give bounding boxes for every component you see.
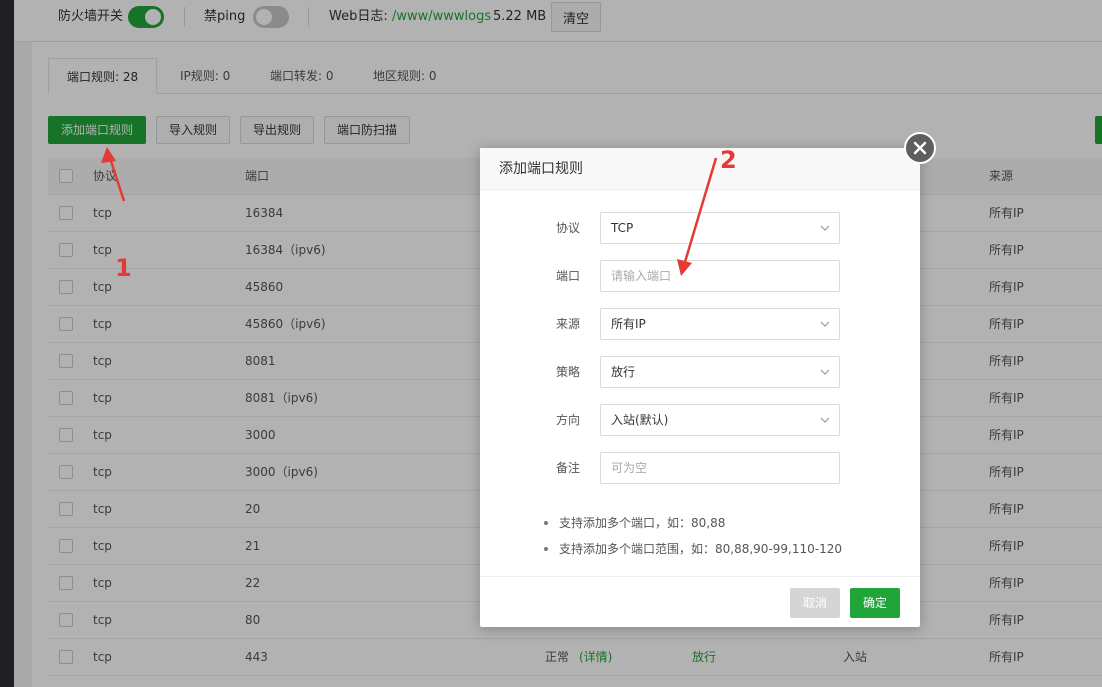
annotation-label-1: 1 xyxy=(115,254,132,282)
chevron-down-icon xyxy=(820,321,830,327)
close-icon xyxy=(913,141,927,155)
port-label: 端口 xyxy=(555,269,580,283)
source-label: 来源 xyxy=(555,317,580,331)
chevron-down-icon xyxy=(820,225,830,231)
port-input[interactable]: 请输入端口 xyxy=(600,260,840,292)
policy-value: 放行 xyxy=(611,365,636,379)
note-item: 支持添加多个端口，如：80,88 xyxy=(542,510,842,536)
chevron-down-icon xyxy=(820,369,830,375)
remark-label: 备注 xyxy=(555,461,580,475)
cancel-button[interactable]: 取消 xyxy=(790,588,840,618)
dialog-title: 添加端口规则 xyxy=(480,148,920,190)
protocol-select[interactable]: TCP xyxy=(600,212,840,244)
confirm-button[interactable]: 确定 xyxy=(850,588,900,618)
protocol-row: 协议 TCP xyxy=(480,212,920,244)
remark-row: 备注 可为空 xyxy=(480,452,920,484)
protocol-label: 协议 xyxy=(555,221,580,235)
direction-label: 方向 xyxy=(555,413,580,427)
note-text: 支持添加多个端口，如：80,88 xyxy=(559,516,726,530)
bullet-icon xyxy=(544,521,548,525)
annotation-label-2: 2 xyxy=(720,146,737,174)
note-text: 支持添加多个端口范围，如：80,88,90-99,110-120 xyxy=(559,542,842,556)
dialog-footer: 取消 确定 xyxy=(480,576,920,627)
dialog-notes: 支持添加多个端口，如：80,88 支持添加多个端口范围，如：80,88,90-9… xyxy=(542,510,842,562)
bullet-icon xyxy=(544,547,548,551)
policy-select[interactable]: 放行 xyxy=(600,356,840,388)
protocol-value: TCP xyxy=(611,221,634,235)
remark-input[interactable]: 可为空 xyxy=(600,452,840,484)
port-row: 端口 请输入端口 xyxy=(480,260,920,292)
add-port-rule-dialog: 添加端口规则 协议 TCP 端口 请输入端口 来源 所有IP 策略 放行 方向 … xyxy=(480,148,920,627)
policy-row: 策略 放行 xyxy=(480,356,920,388)
policy-label: 策略 xyxy=(555,365,580,379)
direction-select[interactable]: 入站(默认) xyxy=(600,404,840,436)
direction-value: 入站(默认) xyxy=(611,413,669,427)
note-item: 支持添加多个端口范围，如：80,88,90-99,110-120 xyxy=(542,536,842,562)
chevron-down-icon xyxy=(820,417,830,423)
direction-row: 方向 入站(默认) xyxy=(480,404,920,436)
dialog-close-button[interactable] xyxy=(904,132,936,164)
source-value: 所有IP xyxy=(611,317,646,331)
source-select[interactable]: 所有IP xyxy=(600,308,840,340)
source-row: 来源 所有IP xyxy=(480,308,920,340)
